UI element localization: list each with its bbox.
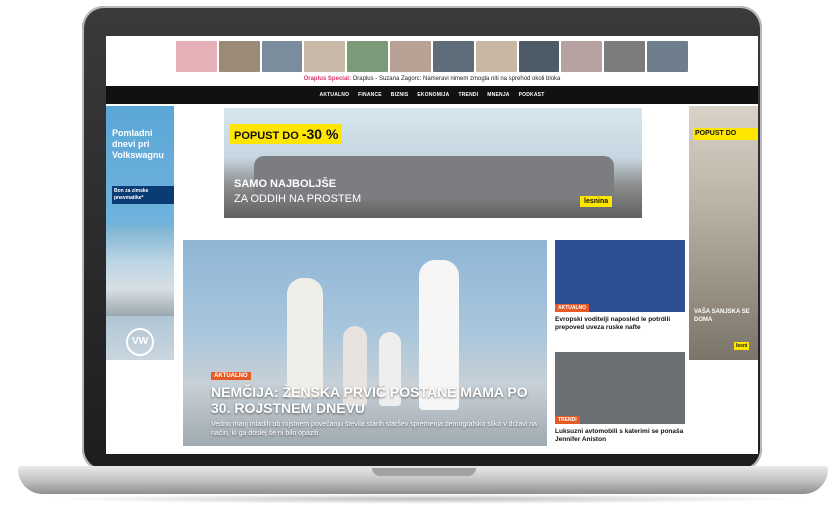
banner-ad[interactable]: POPUST DO -30 % SAMO NAJBOLJŠE ZA ODDIH …: [224, 108, 642, 218]
side-article-2-label[interactable]: TRENDI: [555, 416, 580, 424]
main-article-description: Vedno manj mladih ob rojstnem povečanju …: [211, 421, 538, 437]
laptop-screen: Oraplus Special: Oraplus - Suzana Zagorc…: [106, 36, 758, 454]
vw-logo-icon: VW: [126, 328, 154, 356]
banner-discount-value: -30 %: [301, 126, 339, 142]
left-ad-car-image: [106, 226, 174, 316]
right-ad-brand-logo: lesni: [734, 342, 750, 350]
banner-brand-logo: lesnina: [580, 196, 613, 207]
banner-headline-2: ZA ODDIH NA PROSTEM: [234, 193, 362, 205]
main-article-label[interactable]: AKTUALNO: [211, 372, 251, 380]
side-article-1-title[interactable]: Evropski voditelji naposled le potrdili …: [555, 316, 685, 332]
right-ad-text: VAŠA SANJSKA SE DOMA: [694, 309, 750, 323]
side-article-2[interactable]: TRENDI Luksuzni avtomobili s katerimi se…: [555, 352, 685, 444]
nav-item-finance[interactable]: FINANCE: [358, 92, 382, 98]
banner-headline-1: SAMO NAJBOLJŠE: [234, 178, 337, 190]
header-thumb[interactable]: [218, 41, 260, 72]
header-thumb[interactable]: [261, 41, 303, 72]
ticker-text: Oraplus - Suzana Zagorc: Nameravi nimem …: [352, 76, 561, 82]
header-thumb[interactable]: [561, 41, 603, 72]
header-thumb[interactable]: [604, 41, 646, 72]
side-article-2-image[interactable]: TRENDI: [555, 352, 685, 424]
nav-item-aktualno[interactable]: AKTUALNO: [320, 92, 350, 98]
ticker-tag: Oraplus Special:: [303, 76, 351, 82]
right-side-ad[interactable]: POPUST DO VAŠA SANJSKA SE DOMA lesni: [689, 106, 758, 360]
nav-item-podkast[interactable]: PODKAST: [519, 92, 545, 98]
header-thumb[interactable]: [432, 41, 474, 72]
side-article-1-label[interactable]: AKTUALNO: [555, 304, 590, 312]
news-ticker[interactable]: Oraplus Special: Oraplus - Suzana Zagorc…: [106, 74, 758, 84]
laptop-shadow: [40, 494, 810, 504]
banner-discount-badge: POPUST DO -30 %: [230, 124, 343, 144]
laptop-base-notch: [372, 468, 476, 476]
header-thumb[interactable]: [518, 41, 560, 72]
side-article-1-image[interactable]: AKTUALNO: [555, 240, 685, 312]
header-thumb-strip: [176, 41, 688, 72]
nav-item-trendi[interactable]: TRENDI: [458, 92, 478, 98]
header-thumb[interactable]: [475, 41, 517, 72]
nav-item-mnenja[interactable]: MNENJA: [487, 92, 509, 98]
article-image-woman: [287, 278, 323, 398]
header-thumb[interactable]: [647, 41, 688, 72]
header-thumb[interactable]: [304, 41, 346, 72]
left-side-ad[interactable]: Pomladni dnevi pri Volkswagnu Bon za zim…: [106, 106, 174, 360]
side-article-2-title[interactable]: Luksuzni avtomobili s katerimi se ponaša…: [555, 428, 685, 444]
right-ad-badge: POPUST DO: [693, 128, 758, 140]
nav-item-biznis[interactable]: BIZNIS: [391, 92, 409, 98]
header-thumb[interactable]: [176, 41, 217, 72]
side-article-1[interactable]: AKTUALNO Evropski voditelji naposled le …: [555, 240, 685, 332]
main-article[interactable]: AKTUALNO NEMČIJA: ŽENSKA PRVIČ POSTANE M…: [183, 240, 547, 446]
banner-discount-prefix: POPUST DO: [234, 130, 299, 142]
nav-item-ekonomija[interactable]: EKONOMIJA: [417, 92, 449, 98]
left-ad-subline: Bon za zimske pnevmatike*: [112, 186, 174, 204]
main-nav: AKTUALNO FINANCE BIZNIS EKONOMIJA TRENDI…: [106, 86, 758, 104]
header-thumb[interactable]: [390, 41, 431, 72]
left-ad-headline: Pomladni dnevi pri Volkswagnu: [112, 128, 164, 160]
main-article-title[interactable]: NEMČIJA: ŽENSKA PRVIČ POSTANE MAMA PO 30…: [211, 384, 531, 416]
header-thumb[interactable]: [347, 41, 389, 72]
